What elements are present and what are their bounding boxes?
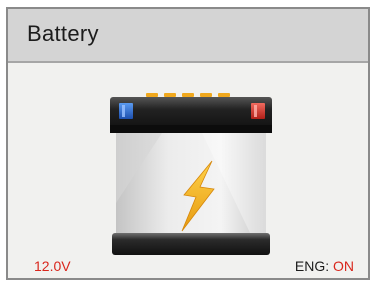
negative-terminal-icon (119, 103, 133, 119)
page-title: Battery (27, 21, 99, 46)
engine-status-label: ENG: (294, 258, 330, 274)
vent-caps (146, 93, 230, 97)
battery-icon (110, 93, 272, 255)
screen-header: Battery (8, 9, 368, 63)
voltage-readout: 12.0V (34, 258, 71, 274)
battery-screen: Battery 12.0V ENG: ON (6, 7, 370, 280)
positive-terminal-icon (251, 103, 265, 119)
engine-status-value: ON (333, 258, 354, 274)
battery-base (112, 233, 270, 255)
engine-status: ENG: ON (295, 258, 354, 274)
battery-illustration (102, 93, 280, 259)
